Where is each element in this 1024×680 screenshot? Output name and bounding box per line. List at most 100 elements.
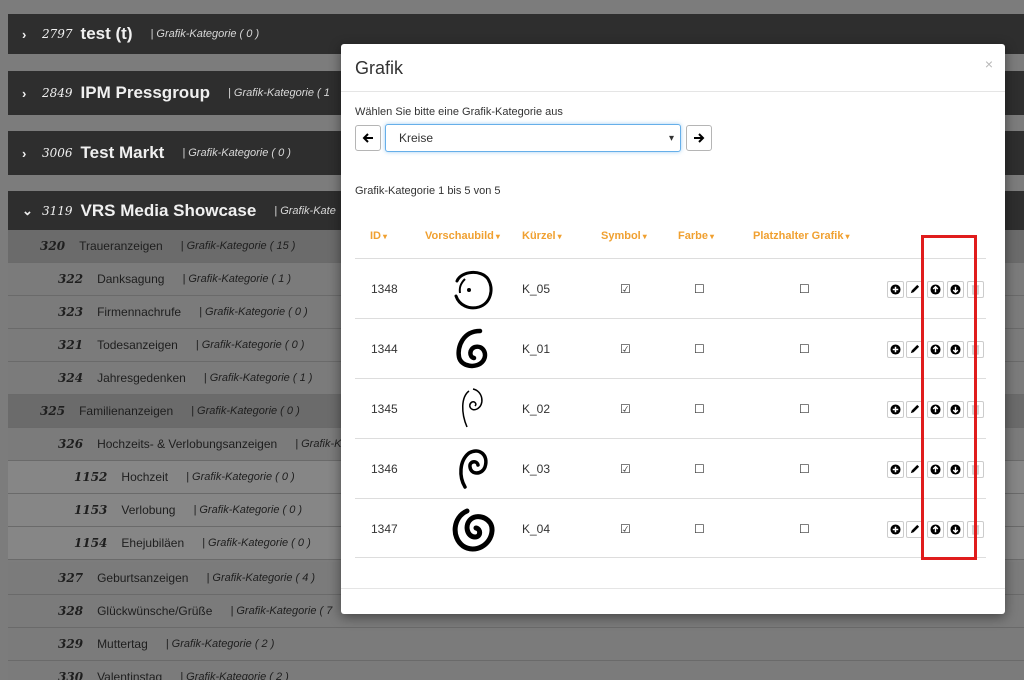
add-button[interactable] <box>887 521 904 538</box>
subcategory-name: Familienanzeigen <box>79 404 174 418</box>
previous-category-button[interactable] <box>355 125 381 151</box>
row-color-checkbox[interactable]: ☐ <box>694 379 705 439</box>
table-row: 1347 K_04 ☑ ☐ ☐ <box>355 498 986 558</box>
column-header-placeholder[interactable]: Platzhalter Grafik ▾ <box>753 230 850 242</box>
delete-button[interactable] <box>967 401 984 418</box>
sort-caret-icon: ▾ <box>383 232 388 241</box>
subcategory-count: | Grafik-Kategorie ( 15 ) <box>180 240 296 252</box>
subcategory-id: 330 <box>58 670 84 680</box>
row-symbol-checkbox[interactable]: ☑ <box>620 439 631 499</box>
subcategory-count: | Grafik-Kategorie ( 2 ) <box>180 671 289 680</box>
row-symbol-checkbox[interactable]: ☑ <box>620 379 631 439</box>
arrow-left-icon <box>362 133 373 143</box>
delete-button[interactable] <box>967 281 984 298</box>
subcategory-count: | Grafik-Kategorie ( 0 ) <box>202 537 311 549</box>
row-placeholder-checkbox[interactable]: ☐ <box>799 259 810 319</box>
move-up-button[interactable] <box>927 341 944 358</box>
modal-header: Grafik × <box>341 44 1005 92</box>
pagination-info: Grafik-Kategorie 1 bis 5 von 5 <box>355 185 501 197</box>
modal-title: Grafik <box>355 58 404 78</box>
row-placeholder-checkbox[interactable]: ☐ <box>799 319 810 379</box>
delete-button[interactable] <box>967 461 984 478</box>
add-button[interactable] <box>887 401 904 418</box>
category-name: Test Markt <box>80 143 165 162</box>
column-header-short[interactable]: Kürzel ▾ <box>522 230 562 242</box>
move-up-button[interactable] <box>927 281 944 298</box>
row-color-checkbox[interactable]: ☐ <box>694 439 705 499</box>
trash-icon <box>971 284 980 295</box>
subcategory-id: 327 <box>58 571 84 585</box>
category-select[interactable]: Kreise ▾ <box>385 124 681 152</box>
sort-caret-icon: ▾ <box>557 232 562 241</box>
add-button[interactable] <box>887 341 904 358</box>
column-header-symbol[interactable]: Symbol ▾ <box>601 230 647 242</box>
move-down-button[interactable] <box>947 461 964 478</box>
row-placeholder-checkbox[interactable]: ☐ <box>799 499 810 559</box>
row-symbol-checkbox[interactable]: ☑ <box>620 259 631 319</box>
category-select-label: Wählen Sie bitte eine Grafik-Kategorie a… <box>355 106 563 118</box>
row-color-checkbox[interactable]: ☐ <box>694 499 705 559</box>
trash-icon <box>971 524 980 535</box>
column-header-color[interactable]: Farbe ▾ <box>678 230 714 242</box>
row-short: K_04 <box>522 522 551 536</box>
move-up-button[interactable] <box>927 401 944 418</box>
close-icon[interactable]: × <box>985 56 993 72</box>
grafik-modal: Grafik × Wählen Sie bitte eine Grafik-Ka… <box>341 44 1005 614</box>
subcategory-row[interactable]: 329 Muttertag | Grafik-Kategorie ( 2 ) <box>8 628 1024 661</box>
category-count: | Grafik-Kate <box>274 205 336 217</box>
modal-footer <box>341 588 1005 614</box>
edit-button[interactable] <box>906 461 923 478</box>
category-count: | Grafik-Kategorie ( 1 <box>227 87 330 99</box>
subcategory-id: 329 <box>58 637 84 651</box>
spiral-icon <box>456 328 488 369</box>
add-icon <box>890 404 901 415</box>
subcategory-count: | Grafik-Kategorie ( 0 ) <box>195 339 305 351</box>
subcategory-name: Ehejubiläen <box>121 536 185 550</box>
add-button[interactable] <box>887 461 904 478</box>
row-placeholder-checkbox[interactable]: ☐ <box>799 439 810 499</box>
subcategory-row[interactable]: 330 Valentinstag | Grafik-Kategorie ( 2 … <box>8 661 1024 680</box>
column-header-label: Symbol <box>601 230 641 242</box>
move-down-button[interactable] <box>947 281 964 298</box>
row-symbol-checkbox[interactable]: ☑ <box>620 319 631 379</box>
arrow-down-circle-icon <box>950 524 961 535</box>
row-color-checkbox[interactable]: ☐ <box>694 259 705 319</box>
arrow-up-circle-icon <box>930 524 941 535</box>
column-header-preview[interactable]: Vorschaubild ▾ <box>425 230 500 242</box>
arrow-down-circle-icon <box>950 404 961 415</box>
trash-icon <box>971 464 980 475</box>
delete-button[interactable] <box>967 341 984 358</box>
sort-caret-icon: ▾ <box>845 232 850 241</box>
subcategory-id: 328 <box>58 604 84 618</box>
row-placeholder-checkbox[interactable]: ☐ <box>799 379 810 439</box>
edit-button[interactable] <box>906 281 923 298</box>
move-up-button[interactable] <box>927 521 944 538</box>
subcategory-id: 323 <box>58 305 84 319</box>
sort-caret-icon: ▾ <box>709 232 714 241</box>
subcategory-id: 321 <box>58 338 84 352</box>
edit-button[interactable] <box>906 341 923 358</box>
delete-button[interactable] <box>967 521 984 538</box>
subcategory-id: 325 <box>40 404 66 418</box>
subcategory-count: | Grafik-Kategorie ( 0 ) <box>193 504 303 516</box>
column-header-label: Vorschaubild <box>425 230 494 242</box>
subcategory-count: | Grafik-Kategorie ( 0 ) <box>186 471 295 483</box>
row-color-checkbox[interactable]: ☐ <box>694 319 705 379</box>
column-header-id[interactable]: ID ▾ <box>370 230 387 242</box>
subcategory-name: Jahresgedenken <box>97 371 186 385</box>
subcategory-id: 322 <box>58 272 84 286</box>
thin-spiral-icon <box>462 388 483 428</box>
move-down-button[interactable] <box>947 521 964 538</box>
subcategory-count: | Grafik-Kategorie ( 7 <box>230 605 333 617</box>
move-down-button[interactable] <box>947 341 964 358</box>
subcategory-name: Hochzeit <box>121 470 169 484</box>
move-down-button[interactable] <box>947 401 964 418</box>
row-id: 1348 <box>371 282 398 296</box>
row-symbol-checkbox[interactable]: ☑ <box>620 499 631 559</box>
subcategory-name: Danksagung <box>97 272 165 286</box>
edit-button[interactable] <box>906 521 923 538</box>
next-category-button[interactable] <box>686 125 712 151</box>
edit-button[interactable] <box>906 401 923 418</box>
move-up-button[interactable] <box>927 461 944 478</box>
add-button[interactable] <box>887 281 904 298</box>
